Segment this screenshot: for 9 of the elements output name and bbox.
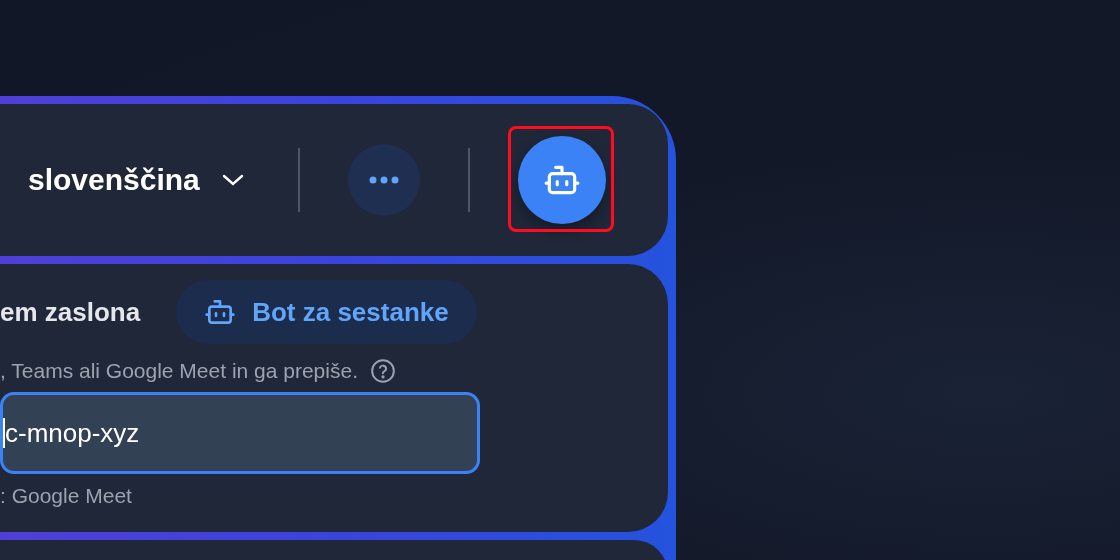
- description-text: , Teams ali Google Meet in ga prepiše.: [0, 359, 358, 383]
- language-dropdown[interactable]: slovenščina: [28, 163, 244, 197]
- help-icon[interactable]: [370, 358, 396, 384]
- input-field[interactable]: c-mnop-xyz: [0, 392, 480, 474]
- platform-hint: : Google Meet: [0, 484, 133, 508]
- meeting-bot-button[interactable]: Bot za sestanke: [176, 280, 477, 344]
- section-title: em zaslona: [0, 296, 141, 328]
- more-icon: [368, 176, 399, 184]
- chevron-down-icon: [221, 174, 244, 186]
